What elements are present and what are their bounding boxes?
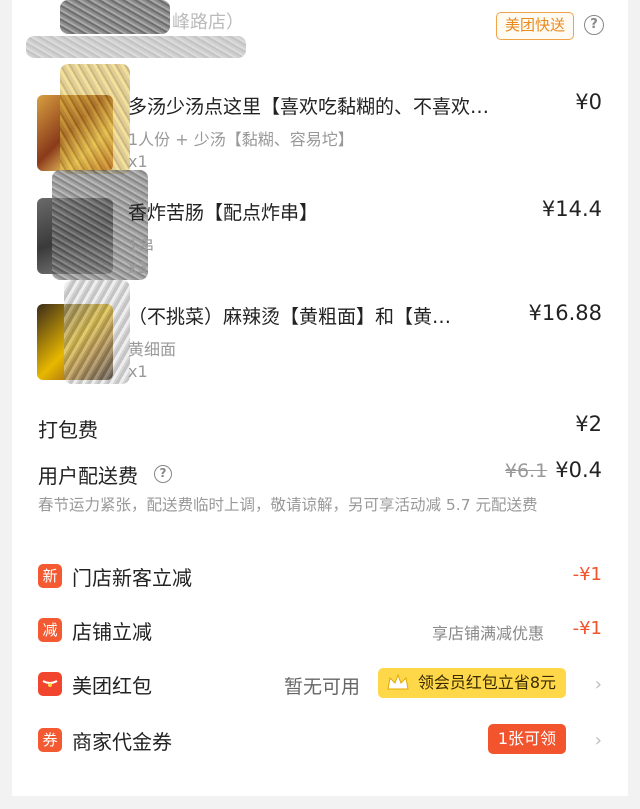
packing-fee-value: ¥2 xyxy=(575,412,602,436)
item-name[interactable]: 多汤少汤点这里【喜欢吃黏糊的、不喜欢… xyxy=(128,92,558,119)
claim-voucher-button[interactable]: 1张可领 xyxy=(487,724,566,754)
item-quantity: x3 xyxy=(128,258,148,277)
red-packet-row[interactable]: 美团红包 暂无可用 领会员红包立省8元 › xyxy=(38,668,602,702)
discount-label: 门店新客立减 xyxy=(72,566,192,590)
delivery-fee-value: ¥6.1 ¥0.4 xyxy=(505,458,602,482)
discount-label: 商家代金券 xyxy=(72,730,172,754)
reduce-badge-icon: 减 xyxy=(38,618,62,642)
crown-icon xyxy=(386,673,410,703)
item-price: ¥0 xyxy=(575,90,602,114)
red-envelope-icon xyxy=(38,672,62,696)
voucher-row[interactable]: 券 商家代金券 1张可领 › xyxy=(38,724,602,758)
item-name[interactable]: 香炸苦肠【配点炸串】 xyxy=(128,198,528,225)
delivery-fee-note: 春节运力紧张，配送费临时上调，敬请谅解，另可享活动减 5.7 元配送费 xyxy=(38,496,538,514)
delivery-badge: 美团快送 xyxy=(496,12,575,40)
redacted-scribble xyxy=(64,280,130,384)
voucher-badge-icon: 券 xyxy=(38,728,62,752)
store-name[interactable]: 峰路店） xyxy=(172,8,244,34)
member-red-packet-button[interactable]: 领会员红包立省8元 xyxy=(377,668,566,698)
chevron-right-icon[interactable]: › xyxy=(595,674,602,695)
delivery-fee-current: ¥0.4 xyxy=(555,458,602,482)
question-circle-icon[interactable]: ? xyxy=(154,465,172,483)
new-customer-discount-row: 新 门店新客立减 -¥1 xyxy=(38,560,602,594)
redacted-scribble xyxy=(60,0,170,34)
discount-amount: -¥1 xyxy=(572,618,602,639)
question-circle-icon[interactable]: ? xyxy=(584,15,604,35)
red-packet-status: 暂无可用 xyxy=(283,676,360,698)
delivery-fee-label: 用户配送费 xyxy=(38,464,138,488)
item-spec: 1人份 + 少汤【黏糊、容易坨】 xyxy=(128,130,354,149)
chevron-right-icon[interactable]: › xyxy=(595,730,602,751)
store-discount-row: 减 店铺立减 享店铺满减优惠 -¥1 xyxy=(38,614,602,648)
redacted-scribble xyxy=(26,36,246,58)
item-quantity: x1 xyxy=(128,362,148,381)
new-badge-icon: 新 xyxy=(38,564,62,588)
member-red-packet-label: 领会员红包立省8元 xyxy=(417,673,556,692)
redacted-scribble xyxy=(60,64,130,174)
item-quantity: x1 xyxy=(128,152,148,171)
item-price: ¥14.4 xyxy=(541,197,602,221)
discount-label: 美团红包 xyxy=(72,674,152,698)
bottom-divider xyxy=(12,796,628,809)
item-name[interactable]: （不挑菜）麻辣烫【黄粗面】和【黄… xyxy=(128,302,508,329)
item-price: ¥16.88 xyxy=(528,301,602,325)
discount-label: 店铺立减 xyxy=(72,620,152,644)
order-card: 峰路店） 美团快送 ? 多汤少汤点这里【喜欢吃黏糊的、不喜欢… ¥0 1人份 +… xyxy=(12,0,628,809)
packing-fee-label: 打包费 xyxy=(38,418,98,442)
delivery-fee-original: ¥6.1 xyxy=(504,460,548,482)
item-spec: 黄细面 xyxy=(128,340,177,359)
item-spec: 1串 xyxy=(128,236,155,255)
discount-amount: -¥1 xyxy=(572,564,602,585)
discount-hint: 享店铺满减优惠 xyxy=(431,624,544,643)
